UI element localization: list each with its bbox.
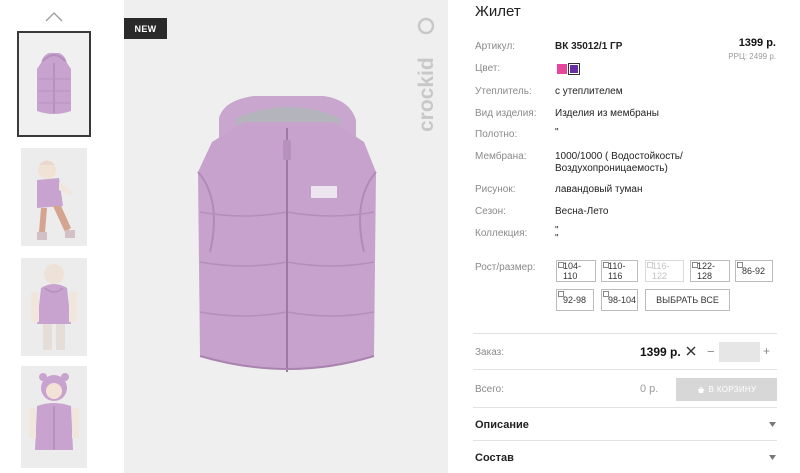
size-checkbox (647, 262, 653, 268)
spec-value-membrane: 1000/1000 ( Водостойкость/ (555, 151, 683, 162)
spec-value-article: ВК 35012/1 ГР (555, 41, 623, 52)
close-icon[interactable] (686, 346, 696, 356)
color-swatch-purple[interactable] (568, 63, 580, 75)
accordion-composition[interactable]: Состав (475, 452, 514, 464)
size-checkbox[interactable] (692, 262, 698, 268)
size-checkbox[interactable] (737, 262, 743, 268)
quantity-input[interactable] (719, 342, 760, 362)
divider (473, 333, 777, 334)
size-option-98-104[interactable]: 98-104 (601, 289, 638, 311)
spec-value-pattern: лавандовый туман (555, 184, 643, 195)
order-label: Заказ: (475, 347, 505, 358)
divider (473, 440, 777, 441)
spec-value-collection-2: " (555, 233, 559, 244)
spec-label-color: Цвет: (475, 63, 501, 74)
spec-value-fabric: " (555, 127, 559, 138)
size-option-86-92[interactable]: 86-92 (735, 260, 773, 282)
spec-value-season: Весна-Лето (555, 206, 609, 217)
thumbnail-4[interactable] (18, 366, 90, 468)
spec-label-season: Сезон: (475, 206, 506, 217)
thumbnail-3[interactable] (18, 256, 90, 358)
quantity-increase-button[interactable]: + (763, 344, 770, 358)
basket-icon (697, 385, 704, 393)
main-product-image[interactable]: NEW crockid (124, 0, 448, 473)
caret-down-icon[interactable] (769, 422, 776, 427)
vest-image (197, 96, 377, 372)
spec-label-pattern: Рисунок: (475, 184, 516, 195)
size-option-122-128[interactable]: 122-128 (690, 260, 730, 282)
color-swatch-pink[interactable] (557, 64, 567, 74)
product-title: Жилет (475, 3, 521, 20)
divider (473, 407, 777, 408)
spec-value-membrane-2: Воздухопроницаемость) (555, 163, 668, 174)
spec-label-type: Вид изделия: (475, 108, 537, 119)
size-option-104-110[interactable]: 104-110 (556, 260, 596, 282)
rrc-price: РРЦ: 2499 р. (728, 52, 776, 61)
order-price: 1399 р. (640, 345, 681, 359)
spec-label-article: Артикул: (475, 41, 516, 52)
thumbnail-1[interactable] (17, 31, 91, 137)
size-checkbox[interactable] (603, 291, 609, 297)
sizes-label: Рост/размер: (475, 262, 536, 273)
total-label: Всего: (475, 384, 504, 395)
quantity-decrease-button[interactable]: − (707, 344, 715, 359)
size-checkbox[interactable] (558, 262, 564, 268)
spec-label-membrane: Мембрана: (475, 151, 527, 162)
size-checkbox[interactable] (603, 262, 609, 268)
size-checkbox[interactable] (558, 291, 564, 297)
size-option-110-116[interactable]: 110-116 (601, 260, 638, 282)
accordion-description[interactable]: Описание (475, 419, 529, 431)
spec-label-insulation: Утеплитель: (475, 86, 532, 97)
spec-label-fabric: Полотно: (475, 129, 518, 140)
divider (473, 369, 777, 370)
select-all-sizes-button[interactable]: ВЫБРАТЬ ВСЕ (645, 289, 730, 311)
thumbnail-2[interactable] (18, 146, 90, 248)
size-option-92-98[interactable]: 92-98 (556, 289, 594, 311)
spec-value-insulation: с утеплителем (555, 86, 623, 97)
size-option-116-122: 116-122 (645, 260, 684, 282)
caret-down-icon[interactable] (769, 455, 776, 460)
product-price: 1399 р. (738, 37, 776, 49)
chevron-up-icon[interactable] (44, 10, 64, 24)
total-value: 0 р. (640, 383, 659, 395)
spec-label-collection: Коллекция: (475, 228, 528, 239)
spec-value-type: Изделия из мембраны (555, 108, 659, 119)
add-to-cart-button[interactable]: В КОРЗИНУ (676, 378, 777, 401)
